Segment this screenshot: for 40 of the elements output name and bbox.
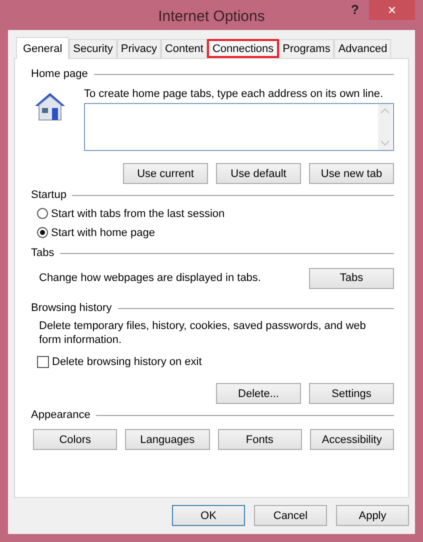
radio-button[interactable] (37, 208, 48, 219)
description-text: Change how webpages are displayed in tabs. (39, 272, 261, 284)
window-title: Internet Options (158, 6, 265, 24)
tab[interactable]: Connections (207, 39, 279, 58)
button[interactable]: OK (172, 505, 245, 526)
section-label: Browsing history (31, 302, 112, 314)
tab[interactable]: Security (69, 39, 117, 58)
button[interactable]: Apply (336, 505, 409, 526)
button[interactable]: Delete... (216, 383, 301, 404)
house-icon (33, 91, 67, 123)
button[interactable]: Settings (309, 383, 394, 404)
button[interactable]: Colors (33, 429, 118, 450)
tab[interactable]: Programs (278, 39, 334, 58)
checkbox[interactable] (37, 356, 49, 368)
checkbox-label: Delete browsing history on exit (52, 356, 202, 368)
button[interactable]: Accessibility (310, 429, 394, 450)
radio-button[interactable] (37, 227, 48, 238)
help-button[interactable]: ? (345, 2, 365, 17)
tab[interactable]: Content (160, 39, 208, 58)
button[interactable]: Use new tab (309, 163, 394, 184)
instruction-text: To create home page tabs, type each address on its own line. (84, 87, 384, 102)
option-label: Start with home page (51, 226, 155, 238)
button[interactable]: Cancel (254, 505, 327, 526)
button[interactable]: Use current (123, 163, 208, 184)
close-button[interactable]: ✕ (369, 0, 415, 20)
button[interactable]: Languages (125, 429, 210, 450)
section-label: Appearance (31, 409, 90, 421)
description-text: Delete temporary files, history, cookies, saved passwords, and web form information. (39, 319, 367, 347)
button[interactable]: Tabs (309, 268, 394, 288)
tab[interactable]: General (16, 37, 70, 59)
button[interactable]: Use default (216, 163, 301, 184)
section-label: Tabs (31, 247, 54, 259)
scrollbar-drawing (378, 104, 392, 150)
button[interactable]: Fonts (218, 429, 302, 450)
option-label: Start with tabs from the last session (51, 208, 225, 220)
section-label: Startup (31, 189, 66, 201)
tab[interactable]: Privacy (116, 39, 161, 58)
tab[interactable]: Advanced (334, 39, 392, 58)
section-label: Home page (31, 68, 88, 80)
address-field[interactable] (84, 103, 394, 151)
